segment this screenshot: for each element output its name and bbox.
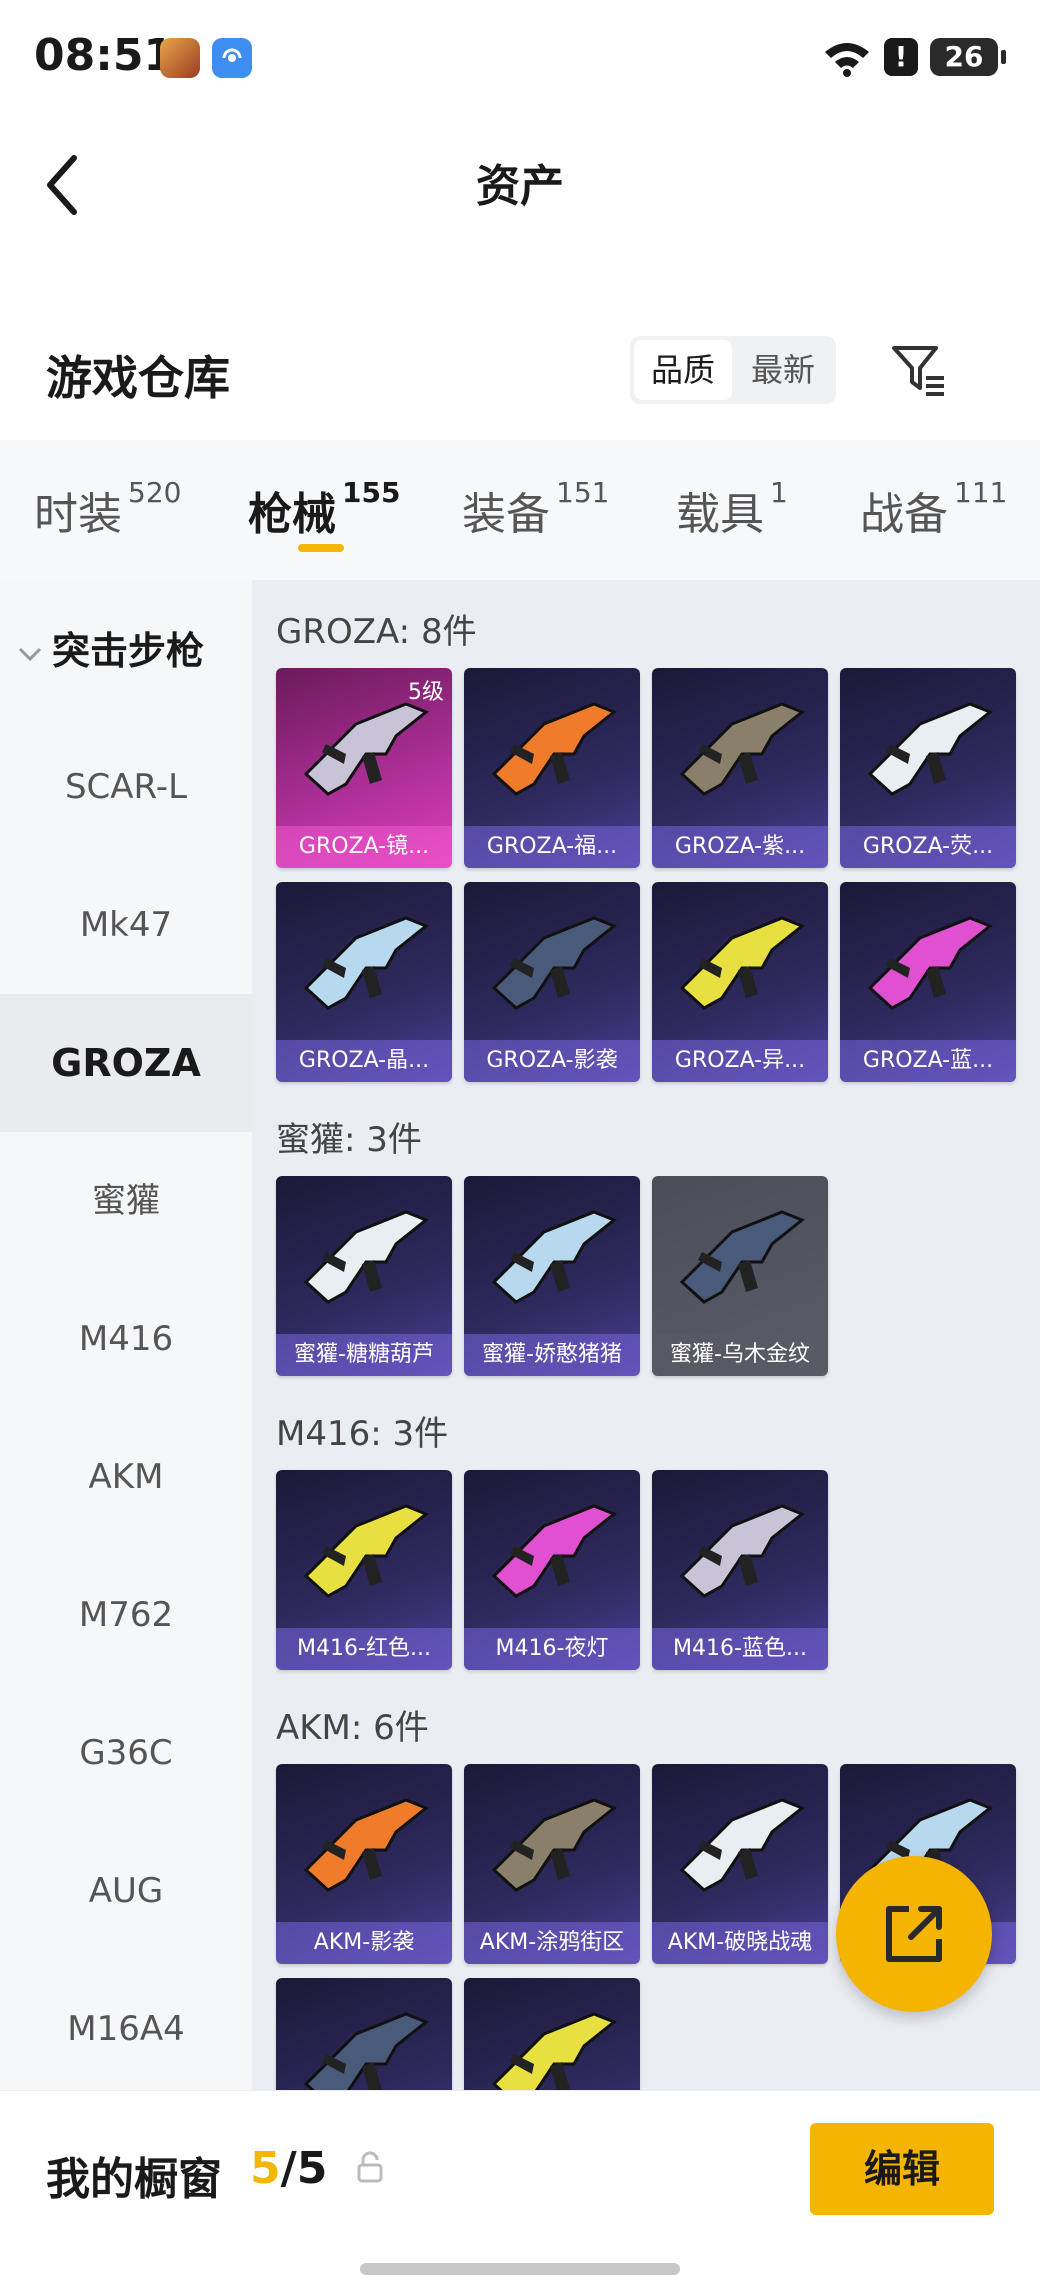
weapon-image (491, 1504, 617, 1598)
skin-card[interactable]: GROZA-影袭 (464, 882, 640, 1082)
weapon-image (679, 916, 805, 1010)
section-title: 游戏仓库 (46, 351, 230, 405)
weapon-image (679, 1210, 805, 1304)
skin-label: 蜜獾-乌木金纹 (652, 1334, 828, 1376)
weapon-sidebar: 突击步枪 SCAR-L Mk47 GROZA 蜜獾 M416 AKM M762 … (0, 580, 252, 2090)
sidebar-item-aug[interactable]: AUG (0, 1822, 252, 1960)
home-indicator (360, 2263, 680, 2275)
weapon-image (867, 916, 993, 1010)
skin-label: GROZA-晶... (276, 1040, 452, 1082)
skin-card[interactable]: GROZA-异... (652, 882, 828, 1082)
sort-quality-option[interactable]: 品质 (634, 340, 732, 400)
sidebar-item-honey-badger[interactable]: 蜜獾 (0, 1132, 252, 1270)
wifi-icon (822, 38, 872, 82)
skin-card[interactable] (276, 1978, 452, 2090)
skin-label: GROZA-影袭 (464, 1040, 640, 1082)
skin-label: GROZA-紫... (652, 826, 828, 868)
sidebar-item-m416[interactable]: M416 (0, 1270, 252, 1408)
skin-label: 蜜獾-糖糖葫芦 (276, 1334, 452, 1376)
weapon-image (491, 916, 617, 1010)
skin-card[interactable]: AKM-破晓战魂 (652, 1764, 828, 1964)
weapon-image (491, 1798, 617, 1892)
sidebar-item-akm[interactable]: AKM (0, 1408, 252, 1546)
sidebar-item-m762[interactable]: M762 (0, 1546, 252, 1684)
share-button[interactable] (836, 1856, 992, 2012)
sidebar-item-scar-l[interactable]: SCAR-L (0, 718, 252, 856)
weapon-image (303, 916, 429, 1010)
skin-card[interactable]: 蜜獾-糖糖葫芦 (276, 1176, 452, 1376)
weapon-image (679, 702, 805, 796)
weapon-image (491, 702, 617, 796)
skin-label: AKM-破晓战魂 (652, 1922, 828, 1964)
skin-label: AKM-涂鸦街区 (464, 1922, 640, 1964)
skin-label: M416-夜灯 (464, 1628, 640, 1670)
group-title: 蜜獾: 3件 (276, 1120, 422, 1160)
group-title: GROZA: 8件 (276, 612, 477, 652)
showcase-count: 5/5 (250, 2143, 328, 2194)
skin-label: AKM-影袭 (276, 1922, 452, 1964)
alert-icon: ! (884, 38, 918, 76)
showcase-title: 我的橱窗 (46, 2154, 222, 2205)
weapon-image (679, 1504, 805, 1598)
sidebar-item-m16a4[interactable]: M16A4 (0, 1960, 252, 2098)
tab-equipment[interactable]: 装备 151 (462, 476, 609, 542)
sidebar-category[interactable]: 突击步枪 (16, 620, 204, 675)
skin-card[interactable]: 5级 GROZA-镜... (276, 668, 452, 868)
status-time: 08:51 (34, 30, 175, 81)
tab-battle-gear[interactable]: 战备 111 (860, 476, 1007, 542)
skin-card[interactable]: GROZA-荧... (840, 668, 1016, 868)
skin-card[interactable]: GROZA-福... (464, 668, 640, 868)
level-badge: 5级 (408, 680, 444, 705)
skin-card[interactable]: AKM-影袭 (276, 1764, 452, 1964)
skin-label: GROZA-荧... (840, 826, 1016, 868)
sidebar-item-mk47[interactable]: Mk47 (0, 856, 252, 994)
page-title: 资产 (476, 161, 564, 212)
game-app-icon (160, 38, 200, 78)
weapon-image (491, 2012, 617, 2090)
sidebar-item-groza[interactable]: GROZA (0, 994, 252, 1132)
tab-vehicles[interactable]: 载具 1 (676, 476, 788, 542)
weapon-image (491, 1210, 617, 1304)
group-title: AKM: 6件 (276, 1708, 429, 1748)
sort-segmented-control: 品质 最新 (630, 336, 836, 404)
weapon-image (679, 1798, 805, 1892)
group-title: M416: 3件 (276, 1414, 449, 1454)
edit-button[interactable]: 编辑 (810, 2123, 994, 2215)
weapon-image (867, 702, 993, 796)
skin-card[interactable]: 蜜獾-乌木金纹 (652, 1176, 828, 1376)
tab-fashion[interactable]: 时装 520 (34, 476, 181, 542)
skin-label: GROZA-福... (464, 826, 640, 868)
filter-icon[interactable] (888, 340, 948, 400)
weapon-image (303, 2012, 429, 2090)
skin-card[interactable]: GROZA-晶... (276, 882, 452, 1082)
skin-label: 蜜獾-娇憨猪猪 (464, 1334, 640, 1376)
status-bar: 08:51 ! 26 (0, 0, 1040, 120)
skin-card[interactable]: M416-蓝色... (652, 1470, 828, 1670)
skin-label: M416-蓝色... (652, 1628, 828, 1670)
skin-label: GROZA-蓝... (840, 1040, 1016, 1082)
category-tabs: 时装 520 枪械 155 装备 151 载具 1 战备 111 (0, 440, 1040, 580)
skin-card[interactable]: AKM-涂鸦街区 (464, 1764, 640, 1964)
skin-card[interactable]: 蜜獾-娇憨猪猪 (464, 1176, 640, 1376)
active-tab-indicator (298, 544, 344, 552)
share-icon (886, 1906, 942, 1962)
skin-card[interactable]: GROZA-紫... (652, 668, 828, 868)
battery-icon: 26 (930, 38, 1006, 76)
weapon-image (303, 1504, 429, 1598)
skin-label: GROZA-异... (652, 1040, 828, 1082)
skin-label: M416-红色... (276, 1628, 452, 1670)
weapon-image (303, 1798, 429, 1892)
hotspot-icon (212, 38, 252, 78)
weapon-image (303, 1210, 429, 1304)
chevron-down-icon (18, 647, 42, 661)
tab-firearms[interactable]: 枪械 155 (248, 476, 400, 542)
skin-label: GROZA-镜... (276, 826, 452, 868)
sidebar-item-g36c[interactable]: G36C (0, 1684, 252, 1822)
skin-card[interactable]: GROZA-蓝... (840, 882, 1016, 1082)
skin-card[interactable]: M416-红色... (276, 1470, 452, 1670)
sort-latest-option[interactable]: 最新 (734, 340, 832, 400)
lock-icon (356, 2151, 384, 2187)
skin-card[interactable] (464, 1978, 640, 2090)
skin-card[interactable]: M416-夜灯 (464, 1470, 640, 1670)
